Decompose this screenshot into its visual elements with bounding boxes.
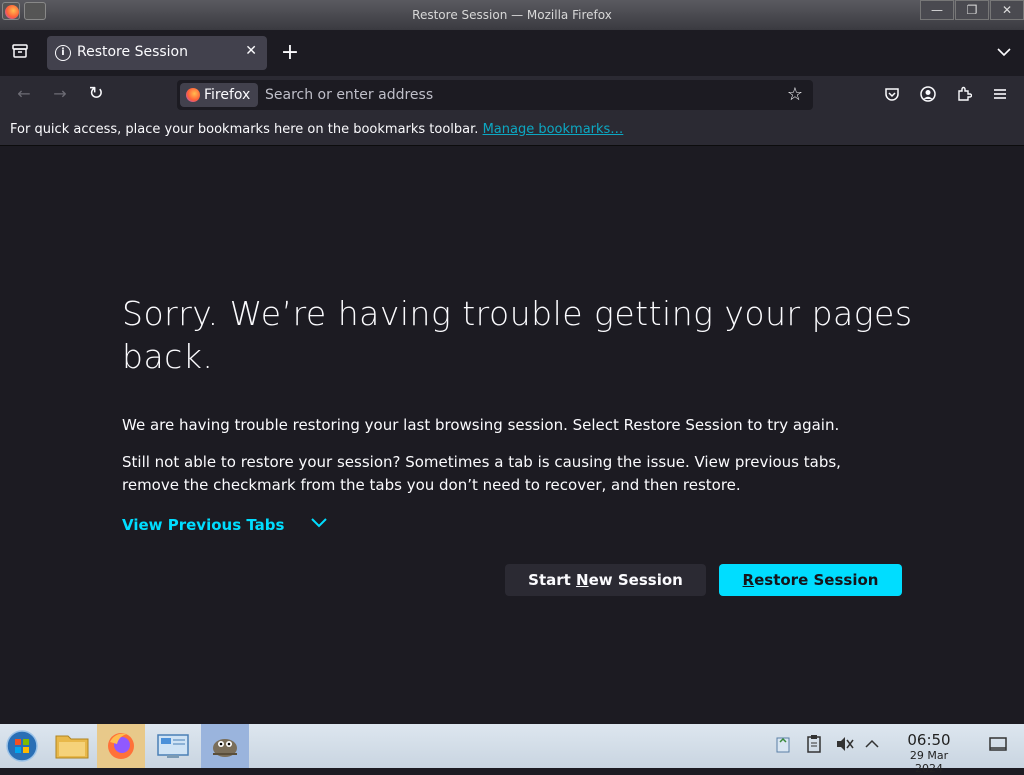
bookmarks-toolbar: For quick access, place your bookmarks h…	[0, 114, 1024, 146]
error-hint: Still not able to restore your session? …	[122, 453, 841, 494]
minimize-button[interactable]: —	[920, 0, 954, 20]
identity-label: Firefox	[204, 87, 251, 103]
view-previous-tabs-toggle[interactable]: View Previous Tabs	[122, 516, 284, 534]
start-new-session-button[interactable]: Start New Session	[505, 564, 706, 596]
pocket-icon	[885, 88, 899, 101]
show-desktop-icon[interactable]	[988, 734, 1008, 758]
close-tab-icon[interactable]: ✕	[245, 43, 257, 59]
page-title: Sorry. We’re having trouble getting your…	[122, 294, 913, 376]
window-title: Restore Session — Mozilla Firefox	[412, 8, 612, 22]
tab-strip: i Restore Session ✕ +	[0, 30, 1024, 76]
clipboard-tray-icon[interactable]	[806, 734, 822, 758]
firefox-view-button[interactable]	[8, 42, 32, 64]
clock-time: 06:50	[907, 731, 951, 749]
taskbar-clock[interactable]: 06:50 29 Mar 2024	[896, 731, 962, 775]
info-icon: i	[55, 45, 71, 61]
firefox-icon	[186, 88, 200, 102]
tab-restore-session[interactable]: i Restore Session ✕	[47, 36, 267, 70]
navigation-toolbar: ← → ↻ Firefox ☆	[0, 76, 1024, 114]
network-tray-icon[interactable]	[774, 734, 792, 758]
account-button[interactable]	[916, 86, 940, 106]
start-orb-icon	[6, 730, 38, 762]
folder-icon	[55, 735, 89, 759]
start-button[interactable]	[0, 724, 48, 768]
pocket-button[interactable]	[880, 86, 904, 106]
manage-bookmarks-link[interactable]: Manage bookmarks…	[483, 122, 624, 137]
url-input[interactable]	[265, 80, 765, 110]
bookmark-star-icon[interactable]: ☆	[783, 84, 807, 105]
hamburger-menu-icon	[994, 89, 1006, 99]
firefox-view-icon	[12, 44, 28, 58]
url-bar[interactable]: Firefox ☆	[177, 80, 813, 110]
forward-button[interactable]: →	[48, 84, 72, 103]
clock-date: 29 Mar 2024	[909, 749, 949, 775]
volume-muted-icon[interactable]	[834, 734, 854, 758]
maximize-button[interactable]: ❐	[955, 0, 989, 20]
restore-session-button[interactable]: Restore Session	[719, 564, 902, 596]
restore-session-accesskey: R	[742, 571, 755, 589]
bookmarks-hint-text: For quick access, place your bookmarks h…	[10, 122, 479, 137]
restore-session-label: estore Session	[754, 571, 879, 589]
chevron-down-icon	[997, 48, 1011, 57]
gimp-taskbar-button[interactable]	[201, 724, 249, 768]
firefox-taskbar-button[interactable]	[97, 724, 145, 768]
identity-box[interactable]: Firefox	[180, 83, 259, 107]
file-manager-taskbar-button[interactable]	[48, 724, 96, 768]
start-new-session-accesskey: N	[576, 571, 589, 589]
tray-expand-icon[interactable]	[864, 734, 880, 758]
restore-session-page: Sorry. We’re having trouble getting your…	[0, 146, 1024, 724]
reload-button[interactable]: ↻	[84, 83, 108, 104]
firefox-icon	[108, 733, 134, 759]
control-panel-taskbar-button[interactable]	[149, 724, 197, 768]
chevron-down-icon[interactable]	[310, 513, 328, 532]
new-tab-button[interactable]: +	[278, 40, 302, 65]
control-panel-icon	[157, 734, 189, 758]
close-window-button[interactable]: ✕	[990, 0, 1024, 20]
back-button[interactable]: ←	[12, 84, 36, 103]
gimp-icon	[213, 739, 237, 757]
puzzle-icon	[958, 86, 973, 101]
window-titlebar: Restore Session — Mozilla Firefox — ❐ ✕	[0, 0, 1024, 30]
taskbar: 06:50 29 Mar 2024	[0, 724, 1024, 775]
extensions-button[interactable]	[952, 86, 976, 106]
tab-label: Restore Session	[77, 44, 188, 60]
account-icon	[920, 86, 936, 102]
error-description: We are having trouble restoring your las…	[122, 416, 840, 434]
start-new-session-label-a: Start	[528, 571, 577, 589]
app-menu-button[interactable]	[988, 86, 1012, 106]
list-all-tabs-button[interactable]	[992, 42, 1016, 61]
start-new-session-label-b: ew Session	[588, 571, 683, 589]
